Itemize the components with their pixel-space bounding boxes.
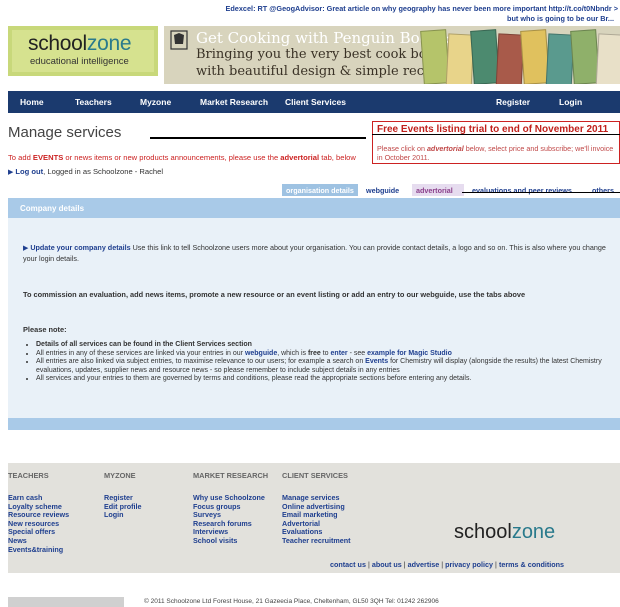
promo-body: Please click on advertorial below, selec… bbox=[377, 144, 615, 162]
footer-heading-myzone: MYZONE bbox=[104, 471, 136, 480]
copyright-text: © 2011 Schoolzone Ltd Forest House, 21 G… bbox=[144, 598, 439, 605]
notice-mid: or news items or new products announceme… bbox=[63, 153, 281, 162]
notice-advertorial-link[interactable]: advertorial bbox=[280, 153, 319, 162]
footer-col-teachers: TEACHERS Earn cash Loyalty scheme Resour… bbox=[8, 471, 69, 554]
free-events-promo: Free Events listing trial to end of Nove… bbox=[372, 121, 620, 164]
footer-bottom-links: contact us | about us | advertise | priv… bbox=[330, 560, 564, 569]
tab-divider bbox=[462, 192, 620, 193]
footer-col-myzone: MYZONE Register Edit profile Login bbox=[104, 471, 142, 520]
main-nav: Home Teachers Myzone Market Research Cli… bbox=[8, 91, 620, 113]
advertise-link[interactable]: advertise bbox=[408, 560, 440, 569]
note-2-pre: All entries in any of these services are… bbox=[36, 349, 245, 357]
events-link[interactable]: Events bbox=[365, 358, 388, 365]
update-company-details-link[interactable]: Update your company details bbox=[30, 243, 130, 252]
panel-header: Company details bbox=[8, 198, 620, 218]
footer-link-teacher-recruitment[interactable]: Teacher recruitment bbox=[282, 536, 351, 546]
logout-link[interactable]: Log out bbox=[15, 167, 43, 176]
service-tabs: organisation details webguide advertoria… bbox=[0, 184, 620, 196]
privacy-policy-link[interactable]: privacy policy bbox=[445, 560, 493, 569]
banner-line-1: Bringing you the very best cook books bbox=[196, 47, 449, 62]
note-terms: All services and your entries to them ar… bbox=[36, 375, 472, 383]
update-details-text: ▶ Update your company details Use this l… bbox=[23, 243, 617, 263]
tab-webguide[interactable]: webguide bbox=[362, 184, 408, 196]
promo-divider bbox=[372, 134, 620, 135]
footer-heading-client-services: CLIENT SERVICES bbox=[282, 471, 348, 480]
panel-title: Company details bbox=[20, 204, 85, 213]
note-item: Details of all services can be found in … bbox=[36, 341, 608, 350]
nav-myzone[interactable]: Myzone bbox=[140, 97, 171, 107]
site-footer: TEACHERS Earn cash Loyalty scheme Resour… bbox=[8, 463, 620, 573]
footer-link-school-visits[interactable]: School visits bbox=[193, 536, 268, 546]
tweet-ticker[interactable]: Edexcel: RT @GeogAdvisor: Great article … bbox=[178, 4, 618, 24]
chef-hat-icon bbox=[170, 30, 188, 50]
logo-school: school bbox=[28, 32, 87, 55]
notice-pre: To add bbox=[8, 153, 33, 162]
note-2-free: free bbox=[307, 349, 321, 357]
logo-tagline: educational intelligence bbox=[30, 56, 129, 67]
events-notice: To add EVENTS or news items or new produ… bbox=[8, 153, 356, 162]
tweet-line-2[interactable]: but who is going to be our Br... bbox=[178, 14, 618, 24]
tweet-line-1[interactable]: Edexcel: RT @GeogAdvisor: Great article … bbox=[225, 4, 618, 13]
nav-home[interactable]: Home bbox=[20, 97, 44, 107]
note-item: All services and your entries to them ar… bbox=[36, 375, 608, 384]
logo-zone: zone bbox=[86, 32, 132, 55]
terms-conditions-link[interactable]: terms & conditions bbox=[499, 560, 564, 569]
panel-footer-bar bbox=[8, 418, 620, 430]
footer-link-events-training[interactable]: Events&training bbox=[8, 545, 69, 555]
site-header: Edexcel: RT @GeogAdvisor: Great article … bbox=[0, 0, 620, 86]
footer-logo-zone: zone bbox=[511, 521, 556, 543]
note-2-see: - see bbox=[347, 349, 368, 357]
tab-evaluations-peer-reviews[interactable]: evaluations and peer reviews bbox=[468, 184, 588, 196]
nav-client-services[interactable]: Client Services bbox=[285, 97, 346, 107]
nav-register[interactable]: Register bbox=[496, 97, 530, 107]
promo-body-advertorial: advertorial bbox=[426, 144, 464, 153]
contact-us-link[interactable]: contact us bbox=[330, 560, 366, 569]
about-us-link[interactable]: about us bbox=[372, 560, 402, 569]
webguide-link[interactable]: webguide bbox=[245, 350, 277, 357]
footer-link-login[interactable]: Login bbox=[104, 511, 142, 520]
banner-line-2: with beautiful design & simple recipes. bbox=[196, 64, 456, 79]
promo-body-pre: Please click on bbox=[377, 144, 427, 153]
penguin-books-banner[interactable]: Get Cooking with Penguin Books: Bringing… bbox=[164, 26, 620, 84]
footer-heading-teachers: TEACHERS bbox=[8, 471, 49, 480]
tab-advertorial[interactable]: advertorial bbox=[412, 184, 464, 196]
banner-title: Get Cooking with Penguin Books: bbox=[196, 29, 451, 47]
footer-badge bbox=[8, 597, 124, 607]
note-2-mid: , which is bbox=[277, 349, 308, 357]
enter-link[interactable]: enter bbox=[331, 350, 348, 357]
commission-instructions: To commission an evaluation, add news it… bbox=[23, 290, 526, 299]
login-status: ▶ Log out, Logged in as Schoolzone - Rac… bbox=[8, 167, 163, 176]
note-item: All entries in any of these services are… bbox=[36, 350, 608, 359]
magic-studio-example-link[interactable]: example for Magic Studio bbox=[367, 350, 452, 357]
nav-market-research[interactable]: Market Research bbox=[200, 97, 268, 107]
title-underline bbox=[150, 137, 366, 139]
footer-col-market-research: MARKET RESEARCH Why use Schoolzone Focus… bbox=[193, 471, 268, 546]
footer-col-client-services: CLIENT SERVICES Manage services Online a… bbox=[282, 471, 351, 546]
page-title: Manage services bbox=[8, 124, 122, 141]
tab-others[interactable]: others bbox=[588, 184, 620, 196]
note-client-services: Details of all services can be found in … bbox=[36, 341, 252, 348]
notes-list: Details of all services can be found in … bbox=[30, 341, 608, 384]
please-note-heading: Please note: bbox=[23, 325, 67, 334]
nav-login[interactable]: Login bbox=[559, 97, 582, 107]
note-2-to: to bbox=[320, 349, 331, 357]
schoolzone-logo[interactable]: schoolzone educational intelligence bbox=[8, 26, 158, 76]
company-details-panel: Company details ▶ Update your company de… bbox=[8, 198, 620, 430]
footer-logo[interactable]: schoolzone bbox=[454, 521, 555, 544]
footer-logo-school: school bbox=[454, 521, 512, 543]
logo-wordmark: schoolzone bbox=[28, 32, 132, 56]
logged-in-as-text: , Logged in as Schoolzone - Rachel bbox=[43, 167, 164, 176]
tab-organisation-details[interactable]: organisation details bbox=[282, 184, 358, 196]
notice-events: EVENTS bbox=[32, 153, 64, 162]
nav-teachers[interactable]: Teachers bbox=[75, 97, 112, 107]
note-3-pre: All entries are also linked via subject … bbox=[36, 358, 366, 366]
footer-heading-market-research: MARKET RESEARCH bbox=[193, 471, 269, 480]
book-cover bbox=[595, 33, 620, 84]
note-item: All entries are also linked via subject … bbox=[36, 358, 608, 375]
notice-post: tab, below bbox=[319, 153, 356, 162]
